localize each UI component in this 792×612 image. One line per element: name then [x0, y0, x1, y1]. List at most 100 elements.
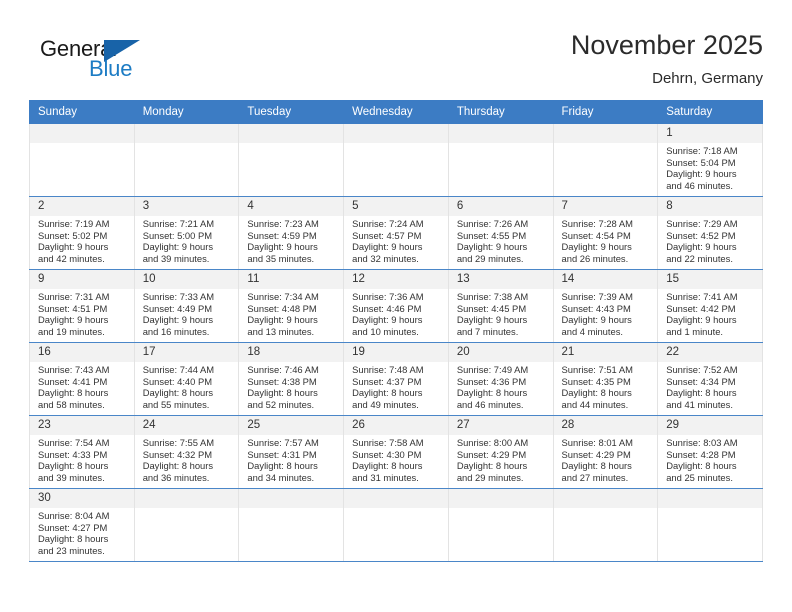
general-blue-logo[interactable]: General Blue — [29, 28, 169, 86]
day-details: Sunrise: 7:24 AM Sunset: 4:57 PM Daylight:… — [344, 216, 448, 264]
calendar-day-cell[interactable]: 25 Sunrise: 7:57 AM Sunset: 4:31 PM Dayligh… — [238, 415, 345, 489]
day-number — [134, 489, 239, 508]
day-details: Sunrise: 7:26 AM Sunset: 4:55 PM Daylight:… — [449, 216, 553, 264]
daylight-duration-line2: and 35 minutes. — [247, 252, 315, 264]
daylight-duration-line1: Daylight: 8 hours — [38, 533, 109, 545]
sunset-time: Sunset: 4:48 PM — [247, 302, 317, 314]
day-number — [239, 489, 344, 508]
day-details: Sunrise: 7:55 AM Sunset: 4:32 PM Daylight:… — [135, 435, 239, 483]
sunrise-time: Sunrise: 7:58 AM — [352, 437, 424, 448]
calendar-day-cell[interactable]: 17 Sunrise: 7:44 AM Sunset: 4:40 PM Dayligh… — [133, 342, 240, 416]
calendar-day-cell[interactable]: 1 Sunrise: 7:18 AM Sunset: 5:04 PM Daylight… — [657, 123, 763, 197]
daylight-duration-line1: Daylight: 8 hours — [247, 387, 318, 399]
sunrise-time: Sunrise: 8:00 AM — [456, 437, 529, 448]
calendar-day-cell[interactable]: 11 Sunrise: 7:34 AM Sunset: 4:48 PM Dayligh… — [238, 269, 345, 343]
calendar-day-cell[interactable]: 12 Sunrise: 7:36 AM Sunset: 4:46 PM Dayligh… — [343, 269, 449, 343]
sunrise-time: Sunrise: 7:38 AM — [456, 291, 529, 302]
sunrise-time: Sunrise: 7:44 AM — [142, 364, 215, 375]
day-number — [553, 489, 658, 508]
day-details: Sunrise: 7:58 AM Sunset: 4:30 PM Daylight:… — [344, 435, 448, 483]
daylight-duration-line2: and 7 minutes. — [456, 325, 519, 337]
calendar-day-cell[interactable]: 15 Sunrise: 7:41 AM Sunset: 4:42 PM Dayligh… — [657, 269, 763, 343]
calendar-body: 1 Sunrise: 7:18 AM Sunset: 5:04 PM Daylight… — [29, 123, 763, 562]
calendar-day-cell[interactable]: 2 Sunrise: 7:19 AM Sunset: 5:02 PM Daylight… — [29, 196, 135, 270]
sunset-time: Sunset: 4:35 PM — [561, 375, 631, 387]
daylight-duration-line1: Daylight: 9 hours — [247, 314, 318, 326]
daylight-duration-line2: and 16 minutes. — [142, 325, 210, 337]
sunrise-sunset-calendar: Sunday Monday Tuesday Wednesday Thursday… — [29, 100, 763, 562]
sunset-time: Sunset: 4:43 PM — [561, 302, 631, 314]
sunrise-time: Sunrise: 8:01 AM — [561, 437, 633, 448]
day-details: Sunrise: 7:54 AM Sunset: 4:33 PM Daylight:… — [30, 435, 134, 483]
day-number: 25 — [239, 416, 344, 435]
day-number: 22 — [658, 343, 762, 362]
calendar-day-cell[interactable]: 19 Sunrise: 7:48 AM Sunset: 4:37 PM Dayligh… — [343, 342, 449, 416]
calendar-day-cell[interactable]: 14 Sunrise: 7:39 AM Sunset: 4:43 PM Dayligh… — [552, 269, 659, 343]
day-number: 5 — [344, 197, 448, 216]
calendar-day-cell[interactable]: 10 Sunrise: 7:33 AM Sunset: 4:49 PM Dayligh… — [133, 269, 240, 343]
calendar-day-cell[interactable]: 26 Sunrise: 7:58 AM Sunset: 4:30 PM Dayligh… — [343, 415, 449, 489]
calendar-day-cell[interactable]: 3 Sunrise: 7:21 AM Sunset: 5:00 PM Daylight… — [133, 196, 240, 270]
daylight-duration-line1: Daylight: 9 hours — [666, 168, 737, 180]
daylight-duration-line1: Daylight: 8 hours — [561, 460, 632, 472]
calendar-page: General Blue November 2025 Dehrn, German… — [0, 0, 792, 612]
calendar-day-cell[interactable]: 22 Sunrise: 7:52 AM Sunset: 4:34 PM Dayligh… — [657, 342, 763, 416]
daylight-duration-line2: and 39 minutes. — [142, 252, 210, 264]
weekday-header-saturday: Saturday — [657, 100, 763, 124]
calendar-day-cell[interactable]: 28 Sunrise: 8:01 AM Sunset: 4:29 PM Dayligh… — [552, 415, 659, 489]
calendar-day-cell[interactable]: 18 Sunrise: 7:46 AM Sunset: 4:38 PM Dayligh… — [238, 342, 345, 416]
calendar-day-cell[interactable]: 20 Sunrise: 7:49 AM Sunset: 4:36 PM Dayligh… — [447, 342, 554, 416]
daylight-duration-line1: Daylight: 9 hours — [352, 314, 423, 326]
calendar-day-cell[interactable]: 24 Sunrise: 7:55 AM Sunset: 4:32 PM Dayligh… — [133, 415, 240, 489]
location-subtitle: Dehrn, Germany — [652, 70, 763, 88]
sunrise-time: Sunrise: 8:03 AM — [666, 437, 738, 448]
daylight-duration-line1: Daylight: 9 hours — [352, 241, 423, 253]
sunset-time: Sunset: 4:33 PM — [38, 448, 108, 460]
calendar-day-cell[interactable]: 29 Sunrise: 8:03 AM Sunset: 4:28 PM Dayligh… — [657, 415, 763, 489]
calendar-day-cell[interactable]: 9 Sunrise: 7:31 AM Sunset: 4:51 PM Daylight… — [29, 269, 135, 343]
calendar-day-cell[interactable]: 8 Sunrise: 7:29 AM Sunset: 4:52 PM Daylight… — [657, 196, 763, 270]
sunset-time: Sunset: 4:55 PM — [456, 229, 527, 241]
daylight-duration-line1: Daylight: 8 hours — [456, 460, 528, 472]
daylight-duration-line1: Daylight: 9 hours — [561, 241, 632, 253]
sunset-time: Sunset: 5:04 PM — [666, 156, 736, 168]
day-details: Sunrise: 7:44 AM Sunset: 4:40 PM Daylight:… — [135, 362, 239, 410]
day-details: Sunrise: 8:00 AM Sunset: 4:29 PM Daylight:… — [449, 435, 553, 483]
day-number: 3 — [134, 197, 239, 216]
day-details: Sunrise: 7:49 AM Sunset: 4:36 PM Daylight:… — [449, 362, 553, 410]
sunset-time: Sunset: 4:30 PM — [352, 448, 422, 460]
calendar-day-cell[interactable]: 6 Sunrise: 7:26 AM Sunset: 4:55 PM Daylight… — [447, 196, 554, 270]
calendar-week-row: 23 Sunrise: 7:54 AM Sunset: 4:33 PM Dayligh… — [29, 415, 763, 489]
day-number: 23 — [30, 416, 134, 435]
weekday-header-sunday: Sunday — [29, 100, 135, 124]
calendar-week-row: 30 Sunrise: 8:04 AM Sunset: 4:27 PM Dayligh… — [29, 488, 763, 562]
weekday-header-thursday: Thursday — [447, 100, 554, 124]
day-number — [30, 124, 134, 143]
calendar-day-cell[interactable]: 7 Sunrise: 7:28 AM Sunset: 4:54 PM Daylight… — [552, 196, 659, 270]
daylight-duration-line1: Daylight: 8 hours — [561, 387, 632, 399]
daylight-duration-line1: Daylight: 8 hours — [142, 460, 214, 472]
sunset-time: Sunset: 4:37 PM — [352, 375, 422, 387]
calendar-day-cell[interactable]: 5 Sunrise: 7:24 AM Sunset: 4:57 PM Daylight… — [343, 196, 449, 270]
weekday-header-row: Sunday Monday Tuesday Wednesday Thursday… — [29, 100, 763, 124]
calendar-day-cell[interactable]: 16 Sunrise: 7:43 AM Sunset: 4:41 PM Dayligh… — [29, 342, 135, 416]
calendar-cell-empty — [657, 488, 763, 562]
day-number: 7 — [553, 197, 658, 216]
day-details: Sunrise: 7:48 AM Sunset: 4:37 PM Daylight:… — [344, 362, 448, 410]
daylight-duration-line1: Daylight: 9 hours — [666, 314, 737, 326]
daylight-duration-line2: and 31 minutes. — [352, 471, 419, 483]
daylight-duration-line1: Daylight: 9 hours — [247, 241, 318, 253]
calendar-day-cell[interactable]: 27 Sunrise: 8:00 AM Sunset: 4:29 PM Dayligh… — [447, 415, 554, 489]
sunrise-time: Sunrise: 8:04 AM — [38, 510, 110, 521]
calendar-day-cell[interactable]: 21 Sunrise: 7:51 AM Sunset: 4:35 PM Dayligh… — [552, 342, 659, 416]
calendar-cell-empty — [133, 123, 240, 197]
calendar-day-cell[interactable]: 30 Sunrise: 8:04 AM Sunset: 4:27 PM Dayligh… — [29, 488, 135, 562]
day-number — [344, 124, 448, 143]
sunset-time: Sunset: 4:57 PM — [352, 229, 422, 241]
calendar-day-cell[interactable]: 4 Sunrise: 7:23 AM Sunset: 4:59 PM Daylight… — [238, 196, 345, 270]
sunset-time: Sunset: 4:31 PM — [247, 448, 317, 460]
calendar-day-cell[interactable]: 23 Sunrise: 7:54 AM Sunset: 4:33 PM Dayligh… — [29, 415, 135, 489]
calendar-day-cell[interactable]: 13 Sunrise: 7:38 AM Sunset: 4:45 PM Dayligh… — [447, 269, 554, 343]
daylight-duration-line2: and 23 minutes. — [38, 544, 105, 556]
daylight-duration-line2: and 1 minute. — [666, 325, 724, 337]
